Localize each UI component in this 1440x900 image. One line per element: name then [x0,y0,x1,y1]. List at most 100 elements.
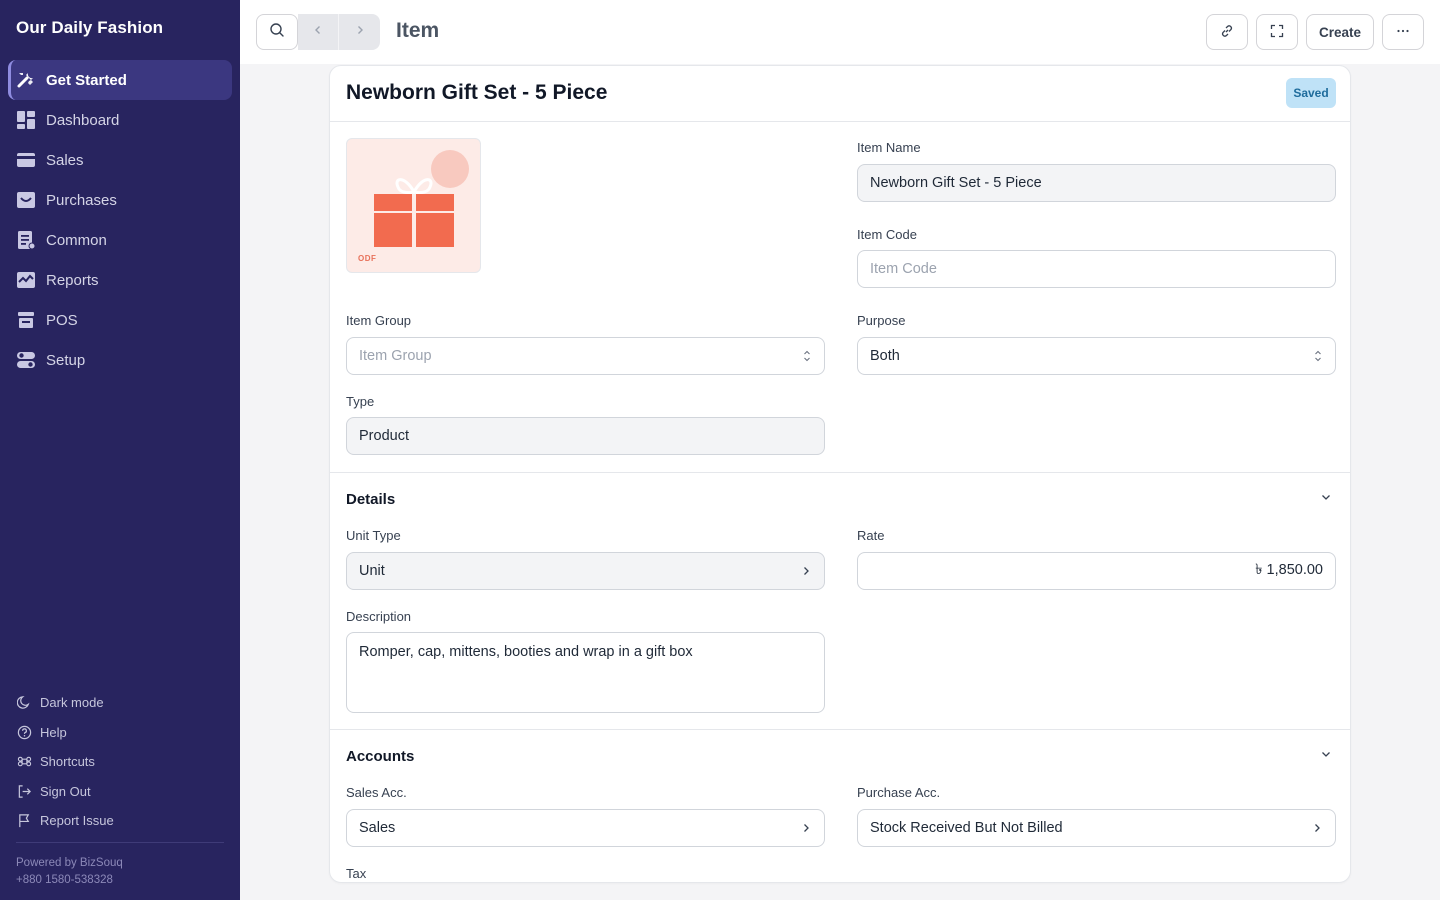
dashboard-icon [16,110,36,130]
sign-out-icon [16,783,32,799]
item-group-placeholder: Item Group [359,348,432,364]
brand-name: Our Daily Fashion [16,18,164,37]
sign-out-label: Sign Out [40,783,91,799]
chevron-left-icon [312,23,324,41]
rate-label: Rate [857,528,885,543]
status-badge: Saved [1286,78,1336,108]
back-button[interactable] [298,14,339,50]
purpose-value: Both [870,348,900,364]
fullscreen-button[interactable] [1256,14,1298,50]
powered-by: Powered by BizSouq +880 1580-538328 [16,855,123,889]
accounts-collapse-toggle[interactable] [1318,748,1334,764]
type-label: Type [346,394,375,409]
description-label: Description [346,609,412,624]
shortcuts-button[interactable]: Shortcuts [16,747,224,777]
description-value: Romper, cap, mittens, booties and wrap i… [359,644,693,660]
flag-icon [16,813,32,829]
chart-icon [16,270,36,290]
report-issue-button[interactable]: Report Issue [16,806,224,836]
purchase-acc-value: Stock Received But Not Billed [870,820,1063,836]
copy-link-button[interactable] [1206,14,1248,50]
sidebar-item-label: Get Started [46,71,127,89]
rate-input[interactable]: ৳ 1,850.00 [857,552,1336,590]
select-arrows-icon [1313,349,1323,363]
unit-type-link-field[interactable]: Unit [346,552,825,590]
link-icon [1219,23,1235,42]
description-textarea[interactable]: Romper, cap, mittens, booties and wrap i… [346,632,825,713]
sales-acc-link-field[interactable]: Sales [346,809,825,847]
support-phone: +880 1580-538328 [16,874,113,886]
purchase-acc-label: Purchase Acc. [857,785,941,800]
sidebar-item-pos[interactable]: POS [8,300,232,340]
purchase-acc-link-field[interactable]: Stock Received But Not Billed [857,809,1336,847]
help-label: Help [40,724,67,740]
help-button[interactable]: Help [16,718,224,748]
document-title: Newborn Gift Set - 5 Piece [346,81,608,104]
sidebar-item-get-started[interactable]: Get Started [8,60,232,100]
sidebar-item-reports[interactable]: Reports [8,260,232,300]
forward-button[interactable] [339,14,380,50]
sidebar-item-dashboard[interactable]: Dashboard [8,100,232,140]
chevron-down-icon [1320,490,1332,508]
item-group-label: Item Group [346,313,412,328]
sidebar-item-setup[interactable]: Setup [8,340,232,380]
toggle-icon [16,350,36,370]
chevron-right-icon [800,822,812,834]
sidebar-item-purchases[interactable]: Purchases [8,180,232,220]
details-collapse-toggle[interactable] [1318,491,1334,507]
item-form-card: Newborn Gift Set - 5 Piece Saved ODF Ite… [329,65,1351,883]
sidebar-nav: Get Started Dashboard Sales Purchases Co… [8,60,232,380]
item-image[interactable]: ODF [346,138,481,273]
tools-icon [16,70,36,90]
item-name-field[interactable]: Newborn Gift Set - 5 Piece [857,164,1336,202]
document-icon [16,230,36,250]
item-name-value: Newborn Gift Set - 5 Piece [870,175,1042,191]
unit-type-label: Unit Type [346,528,401,543]
sidebar-item-label: Reports [46,271,99,289]
sidebar-item-label: Common [46,231,107,249]
chevron-right-icon [1311,822,1323,834]
sign-out-button[interactable]: Sign Out [16,777,224,807]
search-button[interactable] [256,14,298,50]
sidebar-item-sales[interactable]: Sales [8,140,232,180]
dark-mode-label: Dark mode [40,695,104,711]
gift-box-icon [374,150,469,247]
store-icon [16,310,36,330]
purpose-select[interactable]: Both [857,337,1336,375]
sidebar-divider [16,842,224,843]
rate-value: ৳ 1,850.00 [1255,562,1323,578]
chevron-down-icon [1320,747,1332,765]
moon-icon [16,695,32,711]
tax-label: Tax [346,866,367,881]
sidebar-item-label: Setup [46,351,86,369]
dark-mode-button[interactable]: Dark mode [16,688,224,718]
sidebar-item-common[interactable]: Common [8,220,232,260]
details-section-title: Details [346,491,396,508]
purpose-label: Purpose [857,313,906,328]
section-divider [330,472,1350,473]
create-button[interactable]: Create [1306,14,1374,50]
sidebar-item-label: Sales [46,151,84,169]
chevron-right-icon [800,565,812,577]
form-header: Newborn Gift Set - 5 Piece Saved [330,66,1350,122]
powered-by-text: Powered by BizSouq [16,857,123,869]
sales-acc-value: Sales [359,820,396,836]
sidebar-item-label: Purchases [46,191,117,209]
top-bar: Item Create [240,0,1440,64]
image-brand-tag: ODF [358,254,377,263]
section-divider [330,729,1350,730]
more-options-button[interactable] [1382,14,1424,50]
item-code-label: Item Code [857,227,917,242]
search-icon [269,22,285,43]
sales-acc-label: Sales Acc. [346,785,407,800]
sidebar-bottom-links: Dark mode Help Shortcuts Sign Out Report… [16,688,224,836]
item-group-select[interactable]: Item Group [346,337,825,375]
item-name-label: Item Name [857,140,921,155]
help-icon [16,724,32,740]
item-code-placeholder: Item Code [870,261,937,277]
sidebar: Our Daily Fashion Get Started Dashboard … [0,0,240,900]
shortcuts-label: Shortcuts [40,754,95,770]
sidebar-item-label: Dashboard [46,111,120,129]
type-field[interactable]: Product [346,417,825,455]
item-code-input[interactable]: Item Code [857,250,1336,288]
